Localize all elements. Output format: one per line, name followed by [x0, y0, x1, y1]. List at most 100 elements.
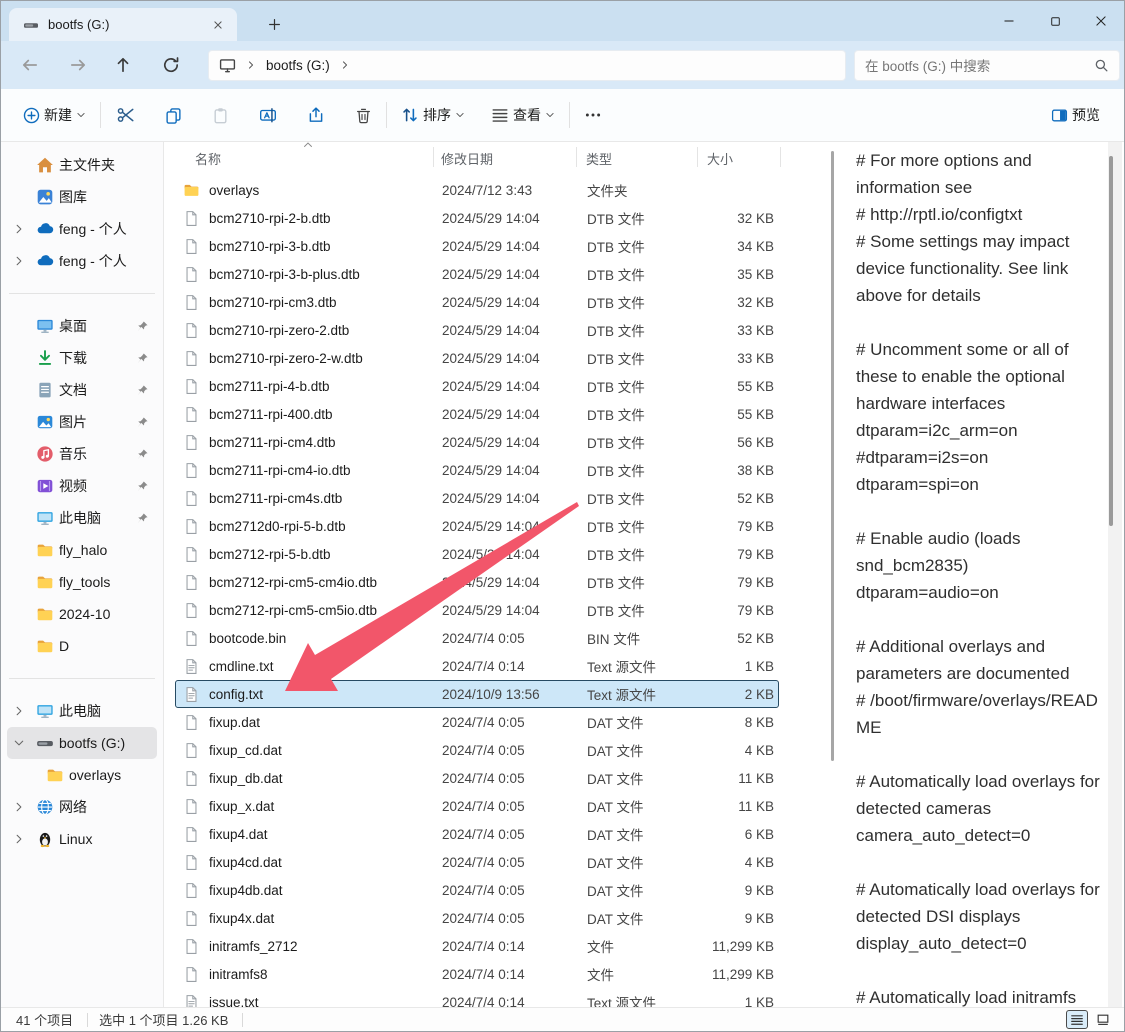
file-row-initramfs8[interactable]: initramfs82024/7/4 0:14文件11,299 KB — [175, 960, 779, 988]
sidebar-item-gallery[interactable]: 图库 — [7, 181, 157, 213]
sidebar-item-fly-tools[interactable]: fly_tools — [7, 566, 157, 598]
sidebar-item-desktop[interactable]: 桌面 — [7, 310, 157, 342]
preview-scrollbar-track[interactable] — [1108, 142, 1122, 1009]
sidebar-item-documents[interactable]: 文档 — [7, 374, 157, 406]
sidebar-item-label: 2024-10 — [59, 606, 110, 622]
file-row-bcm2711-rpi-cm4-io.dtb[interactable]: bcm2711-rpi-cm4-io.dtb2024/5/29 14:04DTB… — [175, 456, 779, 484]
chevron-down-icon — [455, 110, 465, 120]
file-row-bootcode.bin[interactable]: bootcode.bin2024/7/4 0:05BIN 文件52 KB — [175, 624, 779, 652]
file-row-bcm2710-rpi-2-b.dtb[interactable]: bcm2710-rpi-2-b.dtb2024/5/29 14:04DTB 文件… — [175, 204, 779, 232]
file-row-bcm2710-rpi-cm3.dtb[interactable]: bcm2710-rpi-cm3.dtb2024/5/29 14:04DTB 文件… — [175, 288, 779, 316]
file-row-fixup4x.dat[interactable]: fixup4x.dat2024/7/4 0:05DAT 文件9 KB — [175, 904, 779, 932]
file-row-bcm2711-rpi-cm4s.dtb[interactable]: bcm2711-rpi-cm4s.dtb2024/5/29 14:04DTB 文… — [175, 484, 779, 512]
file-row-fixup4.dat[interactable]: fixup4.dat2024/7/4 0:05DAT 文件6 KB — [175, 820, 779, 848]
close-button[interactable] — [1078, 1, 1124, 41]
sidebar-item-pictures[interactable]: 图片 — [7, 406, 157, 438]
file-date: 2024/7/4 0:14 — [442, 967, 587, 982]
cut-button[interactable] — [111, 97, 141, 133]
chevron-right-icon[interactable] — [13, 705, 27, 717]
file-icon — [183, 322, 200, 339]
copy-button[interactable] — [159, 97, 188, 133]
sidebar-item-d-folder[interactable]: D — [7, 630, 157, 662]
sidebar-item-this-pc[interactable]: 此电脑 — [7, 695, 157, 727]
sidebar-item-onedrive-1[interactable]: feng - 个人 — [7, 213, 157, 245]
file-row-fixup4db.dat[interactable]: fixup4db.dat2024/7/4 0:05DAT 文件9 KB — [175, 876, 779, 904]
minimize-button[interactable] — [986, 1, 1032, 41]
sidebar-item-overlays[interactable]: overlays — [7, 759, 157, 791]
file-list-scrollbar[interactable] — [831, 151, 834, 761]
preview-scrollbar-thumb[interactable] — [1109, 156, 1113, 526]
file-row-fixup.dat[interactable]: fixup.dat2024/7/4 0:05DAT 文件8 KB — [175, 708, 779, 736]
up-button[interactable] — [108, 50, 138, 80]
file-row-cmdline.txt[interactable]: cmdline.txt2024/7/4 0:14Text 源文件1 KB — [175, 652, 779, 680]
navigation-bar: bootfs (G:) 在 bootfs (G:) 中搜索 — [1, 41, 1124, 89]
sidebar-item-this-pc-pinned[interactable]: 此电脑 — [7, 502, 157, 534]
chevron-right-icon[interactable] — [13, 833, 27, 845]
sort-button[interactable]: 排序 — [395, 97, 471, 133]
file-row-bcm2710-rpi-3-b.dtb[interactable]: bcm2710-rpi-3-b.dtb2024/5/29 14:04DTB 文件… — [175, 232, 779, 260]
icons-view-button[interactable] — [1092, 1010, 1114, 1029]
file-row-initramfs_2712[interactable]: initramfs_27122024/7/4 0:14文件11,299 KB — [175, 932, 779, 960]
share-button[interactable] — [301, 97, 331, 133]
file-row-bcm2710-rpi-zero-2.dtb[interactable]: bcm2710-rpi-zero-2.dtb2024/5/29 14:04DTB… — [175, 316, 779, 344]
file-type: DTB 文件 — [587, 460, 708, 480]
sidebar-item-onedrive-2[interactable]: feng - 个人 — [7, 245, 157, 277]
breadcrumb[interactable]: bootfs (G:) — [266, 58, 330, 73]
sidebar-item-home[interactable]: 主文件夹 — [7, 149, 157, 181]
sidebar-item-2024-10[interactable]: 2024-10 — [7, 598, 157, 630]
tab-close-icon[interactable] — [209, 16, 227, 34]
sidebar-item-bootfs-drive[interactable]: bootfs (G:) — [7, 727, 157, 759]
chevron-right-icon[interactable] — [13, 223, 27, 235]
pin-icon — [136, 448, 149, 461]
file-icon — [183, 714, 200, 731]
column-header-size[interactable]: 大小 — [707, 149, 733, 168]
file-row-fixup_db.dat[interactable]: fixup_db.dat2024/7/4 0:05DAT 文件11 KB — [175, 764, 779, 792]
file-row-fixup_x.dat[interactable]: fixup_x.dat2024/7/4 0:05DAT 文件11 KB — [175, 792, 779, 820]
sidebar-item-fly-halo[interactable]: fly_halo — [7, 534, 157, 566]
file-row-bcm2712-rpi-cm5-cm4io.dtb[interactable]: bcm2712-rpi-cm5-cm4io.dtb2024/5/29 14:04… — [175, 568, 779, 596]
delete-button[interactable] — [349, 97, 378, 133]
folder-icon — [183, 181, 200, 199]
sidebar-item-network[interactable]: 网络 — [7, 791, 157, 823]
file-row-bcm2711-rpi-4-b.dtb[interactable]: bcm2711-rpi-4-b.dtb2024/5/29 14:04DTB 文件… — [175, 372, 779, 400]
new-button[interactable]: 新建 — [17, 97, 92, 133]
file-row-config.txt[interactable]: config.txt2024/10/9 13:56Text 源文件2 KB — [175, 680, 779, 708]
view-button[interactable]: 查看 — [485, 97, 561, 133]
address-bar[interactable]: bootfs (G:) — [208, 50, 846, 81]
chevron-right-icon[interactable] — [13, 801, 27, 813]
preview-text-line — [856, 849, 1106, 876]
chevron-down-icon[interactable] — [13, 737, 27, 749]
file-row-bcm2711-rpi-400.dtb[interactable]: bcm2711-rpi-400.dtb2024/5/29 14:04DTB 文件… — [175, 400, 779, 428]
file-row-overlays[interactable]: overlays2024/7/12 3:43文件夹 — [175, 176, 779, 204]
file-row-bcm2711-rpi-cm4.dtb[interactable]: bcm2711-rpi-cm4.dtb2024/5/29 14:04DTB 文件… — [175, 428, 779, 456]
refresh-button[interactable] — [156, 50, 186, 80]
back-button[interactable] — [15, 50, 45, 80]
column-header-date[interactable]: 修改日期 — [441, 149, 493, 168]
explorer-tab[interactable]: bootfs (G:) — [9, 8, 237, 41]
file-type: DTB 文件 — [587, 432, 708, 452]
file-row-bcm2710-rpi-zero-2-w.dtb[interactable]: bcm2710-rpi-zero-2-w.dtb2024/5/29 14:04D… — [175, 344, 779, 372]
sidebar-item-videos[interactable]: 视频 — [7, 470, 157, 502]
file-row-bcm2712d0-rpi-5-b.dtb[interactable]: bcm2712d0-rpi-5-b.dtb2024/5/29 14:04DTB … — [175, 512, 779, 540]
file-type: DTB 文件 — [587, 320, 708, 340]
details-view-button[interactable] — [1066, 1010, 1088, 1029]
paste-button[interactable] — [206, 97, 235, 133]
file-row-bcm2712-rpi-cm5-cm5io.dtb[interactable]: bcm2712-rpi-cm5-cm5io.dtb2024/5/29 14:04… — [175, 596, 779, 624]
maximize-button[interactable] — [1032, 1, 1078, 41]
search-box[interactable]: 在 bootfs (G:) 中搜索 — [854, 50, 1120, 81]
more-options-button[interactable] — [578, 97, 608, 133]
sidebar-item-music[interactable]: 音乐 — [7, 438, 157, 470]
column-header-type[interactable]: 类型 — [586, 149, 612, 168]
preview-toggle-button[interactable]: 预览 — [1045, 97, 1110, 133]
rename-button[interactable] — [253, 97, 283, 133]
new-tab-button[interactable] — [263, 13, 285, 35]
sidebar-item-downloads[interactable]: 下载 — [7, 342, 157, 374]
column-header-name[interactable]: 名称 — [195, 149, 221, 168]
file-row-bcm2710-rpi-3-b-plus.dtb[interactable]: bcm2710-rpi-3-b-plus.dtb2024/5/29 14:04D… — [175, 260, 779, 288]
file-row-bcm2712-rpi-5-b.dtb[interactable]: bcm2712-rpi-5-b.dtb2024/5/29 14:04DTB 文件… — [175, 540, 779, 568]
file-row-fixup_cd.dat[interactable]: fixup_cd.dat2024/7/4 0:05DAT 文件4 KB — [175, 736, 779, 764]
sidebar-item-linux[interactable]: Linux — [7, 823, 157, 855]
file-row-fixup4cd.dat[interactable]: fixup4cd.dat2024/7/4 0:05DAT 文件4 KB — [175, 848, 779, 876]
forward-button[interactable] — [63, 50, 93, 80]
chevron-right-icon[interactable] — [13, 255, 27, 267]
